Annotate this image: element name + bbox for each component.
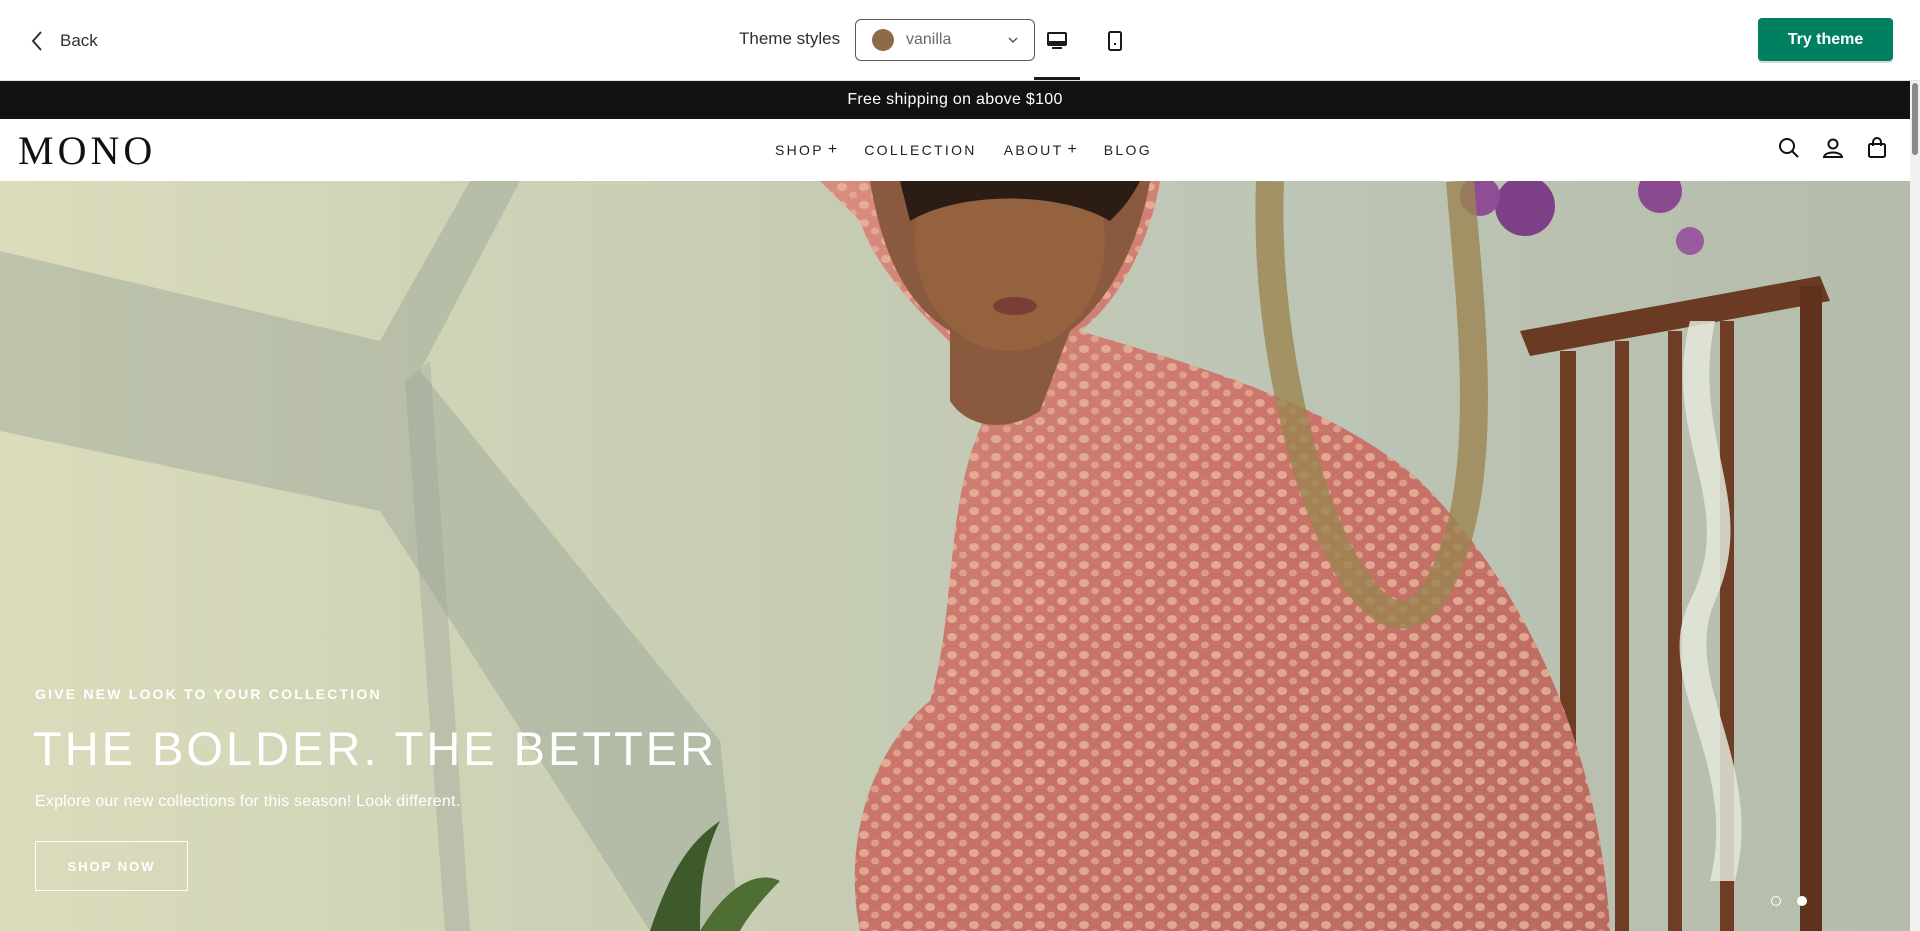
search-icon[interactable] xyxy=(1776,135,1802,161)
desktop-icon xyxy=(1047,32,1067,49)
hero-text: Explore our new collections for this sea… xyxy=(35,793,461,810)
cart-icon[interactable] xyxy=(1864,135,1890,161)
nav-item-blog[interactable]: BLOG xyxy=(1104,141,1152,159)
slide-dot-2[interactable] xyxy=(1797,896,1807,906)
view-selected-indicator xyxy=(1034,77,1080,80)
editor-top-bar: Back Theme styles vanilla Try theme xyxy=(0,0,1920,81)
shop-now-button[interactable]: SHOP NOW xyxy=(35,841,188,891)
nav-item-label: COLLECTION xyxy=(864,142,977,158)
slideshow-dots xyxy=(1771,896,1807,906)
plus-icon: + xyxy=(1067,141,1077,158)
plus-icon: + xyxy=(827,141,838,158)
mobile-icon xyxy=(1108,31,1122,51)
chevron-left-icon xyxy=(31,31,42,51)
store-logo[interactable]: MONO xyxy=(18,129,156,173)
hero-subheading: GIVE NEW LOOK TO YOUR COLLECTION xyxy=(35,686,382,702)
preview-scrollbar[interactable] xyxy=(1910,81,1920,931)
mobile-view-button[interactable] xyxy=(1092,18,1138,64)
theme-select-value: vanilla xyxy=(906,31,952,48)
back-label: Back xyxy=(60,31,98,50)
back-button[interactable]: Back xyxy=(28,26,98,56)
nav-item-label: ABOUT xyxy=(1003,142,1064,158)
color-swatch-icon xyxy=(872,29,894,51)
scrollbar-thumb[interactable] xyxy=(1912,83,1918,155)
nav-item-about[interactable]: ABOUT + xyxy=(1004,141,1077,159)
announcement-bar: Free shipping on above $100 xyxy=(0,81,1910,119)
store-header: MONO SHOP + COLLECTION ABOUT + BLOG xyxy=(0,119,1910,181)
nav-item-shop[interactable]: SHOP + xyxy=(775,141,837,159)
hero-heading: THE BOLDER. THE BETTER xyxy=(33,722,718,775)
chevron-down-icon xyxy=(1008,37,1018,44)
hero-slideshow: GIVE NEW LOOK TO YOUR COLLECTION THE BOL… xyxy=(0,181,1910,931)
try-theme-button[interactable]: Try theme xyxy=(1758,18,1893,61)
desktop-view-button[interactable] xyxy=(1034,18,1080,64)
theme-style-select[interactable]: vanilla xyxy=(855,19,1035,61)
nav-item-label: BLOG xyxy=(1103,142,1152,158)
nav-item-label: SHOP xyxy=(775,142,824,158)
header-icons xyxy=(1776,135,1890,161)
account-icon[interactable] xyxy=(1820,135,1846,161)
store-preview: Free shipping on above $100 MONO SHOP + … xyxy=(0,81,1920,931)
nav-item-collection[interactable]: COLLECTION xyxy=(864,141,976,159)
slide-dot-1[interactable] xyxy=(1771,896,1781,906)
hero-image xyxy=(0,181,1910,931)
main-nav: SHOP + COLLECTION ABOUT + BLOG xyxy=(775,141,1179,159)
theme-styles-label: Theme styles xyxy=(739,29,841,48)
